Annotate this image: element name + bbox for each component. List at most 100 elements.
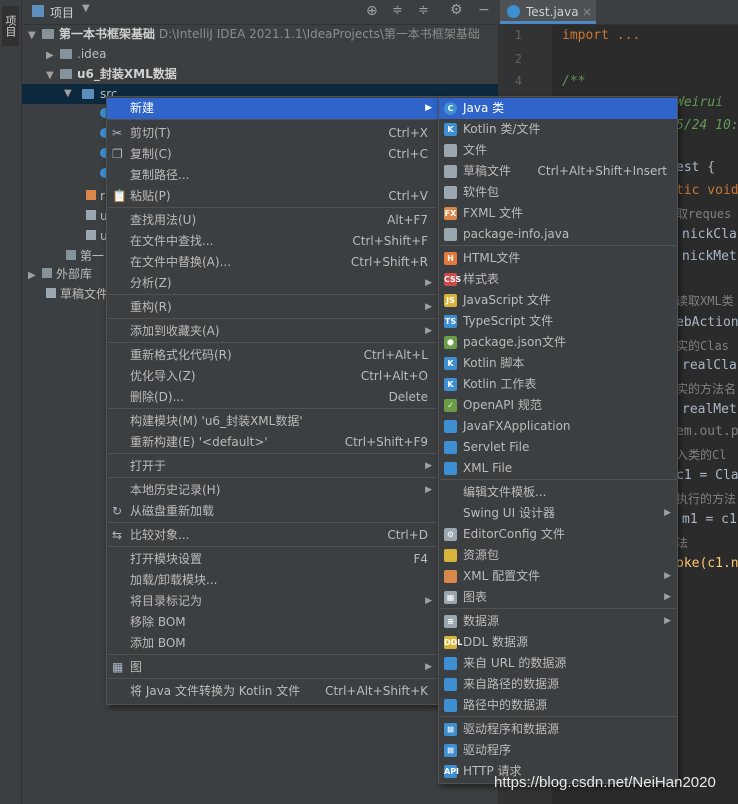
new-submenu-item[interactable]: 文件 <box>439 140 677 161</box>
project-panel-title[interactable]: 项目 <box>50 4 74 21</box>
new-submenu-item[interactable]: 来自 URL 的数据源 <box>439 653 677 674</box>
context-menu-item[interactable]: 加载/卸载模块... <box>107 570 438 591</box>
tree-item-scratches[interactable]: 草稿文件 <box>46 284 108 304</box>
new-submenu-item[interactable]: K Kotlin 工作表 <box>439 374 677 395</box>
new-submenu-item[interactable]: JavaFXApplication <box>439 416 677 437</box>
minimize-icon[interactable]: − <box>478 2 490 18</box>
editor-tab-test-java[interactable]: Test.java × <box>500 0 596 24</box>
code-line[interactable]: 执行的方法 <box>676 490 736 507</box>
context-menu-item[interactable]: 复制路径... <box>107 165 438 186</box>
new-submenu-item[interactable]: K Kotlin 脚本 <box>439 353 677 374</box>
code-line[interactable]: 入类的Cl <box>676 446 726 463</box>
context-menu-item[interactable]: 重新构建(E) '<default>' Ctrl+Shift+F9 <box>107 432 438 453</box>
code-line[interactable]: /** <box>562 74 585 89</box>
context-menu-item[interactable]: 将 Java 文件转换为 Kotlin 文件 Ctrl+Alt+Shift+K <box>107 681 438 702</box>
code-line[interactable]: tic void <box>676 183 738 198</box>
context-menu-item[interactable]: 本地历史记录(H) ▶ <box>107 480 438 501</box>
context-menu-item[interactable]: 添加到收藏夹(A) ▶ <box>107 321 438 342</box>
new-submenu-item[interactable]: ⬢ package.json文件 <box>439 332 677 353</box>
code-line[interactable]: 读取XML类 <box>676 292 734 309</box>
new-submenu-item[interactable]: CSS 样式表 <box>439 269 677 290</box>
new-submenu-item[interactable]: ▦ 图表 ▶ <box>439 587 677 608</box>
code-line[interactable]: nickCla <box>682 227 737 242</box>
new-submenu-item[interactable]: ⊠ 驱动程序和数据源 <box>439 719 677 740</box>
new-submenu-item[interactable]: Servlet File <box>439 437 677 458</box>
context-menu-item[interactable]: 打开于 ▶ <box>107 456 438 477</box>
context-menu-item[interactable]: 重新格式化代码(R) Ctrl+Alt+L <box>107 345 438 366</box>
new-submenu-item[interactable]: C Java 类 <box>439 98 677 119</box>
new-submenu-item[interactable]: 编辑文件模板... <box>439 482 677 503</box>
context-menu-item[interactable]: 新建 ▶ <box>107 98 438 119</box>
context-menu-item[interactable]: ❐ 复制(C) Ctrl+C <box>107 144 438 165</box>
context-menu-item[interactable]: ▦ 图 ▶ <box>107 657 438 678</box>
chevron-down-icon[interactable]: ▼ <box>82 3 90 14</box>
new-submenu-item[interactable]: 草稿文件 Ctrl+Alt+Shift+Insert <box>439 161 677 182</box>
context-menu-item[interactable]: 优化导入(Z) Ctrl+Alt+O <box>107 366 438 387</box>
context-menu-item[interactable]: 添加 BOM <box>107 633 438 654</box>
new-submenu-item[interactable]: ✓ OpenAPI 规范 <box>439 395 677 416</box>
new-submenu-item[interactable]: JS JavaScript 文件 <box>439 290 677 311</box>
new-submenu-item[interactable]: ⚙ EditorConfig 文件 <box>439 524 677 545</box>
chevron-down-icon[interactable]: ▼ <box>64 84 78 104</box>
context-menu-item[interactable]: ✂ 剪切(T) Ctrl+X <box>107 123 438 144</box>
new-submenu-item[interactable]: ≡ 数据源 ▶ <box>439 611 677 632</box>
context-menu-item[interactable]: ↻ 从磁盘重新加载 <box>107 501 438 522</box>
context-menu-item[interactable]: 重构(R) ▶ <box>107 297 438 318</box>
tree-item-u2[interactable]: u <box>86 226 108 246</box>
context-menu-item[interactable]: 移除 BOM <box>107 612 438 633</box>
chevron-down-icon[interactable]: ▼ <box>28 26 42 46</box>
new-submenu-item[interactable]: 资源包 <box>439 545 677 566</box>
context-menu-item[interactable]: 📋 粘贴(P) Ctrl+V <box>107 186 438 207</box>
tree-item-u1[interactable]: u <box>86 206 108 226</box>
chevron-right-icon[interactable]: ▶ <box>28 266 42 286</box>
new-submenu-item[interactable]: FX FXML 文件 <box>439 203 677 224</box>
new-submenu-item[interactable]: DDL DDL 数据源 <box>439 632 677 653</box>
chevron-down-icon[interactable]: ▼ <box>46 66 60 86</box>
context-menu-item[interactable]: 将目录标记为 ▶ <box>107 591 438 612</box>
code-line[interactable]: Weirui <box>676 95 723 110</box>
new-submenu-item[interactable]: 路径中的数据源 <box>439 695 677 716</box>
new-submenu-item[interactable]: Swing UI 设计器 ▶ <box>439 503 677 524</box>
code-line[interactable]: c1 = Cla <box>676 468 738 483</box>
collapse-all-icon[interactable]: ≑ <box>418 3 429 18</box>
code-line[interactable]: 实的Clas <box>676 337 729 354</box>
code-line[interactable]: em.out.p <box>676 424 738 439</box>
new-submenu-item[interactable]: package-info.java <box>439 224 677 245</box>
new-submenu-item[interactable]: XML 配置文件 ▶ <box>439 566 677 587</box>
project-tool-tab[interactable]: 项目 <box>2 6 19 46</box>
new-submenu-item[interactable]: ⊠ 驱动程序 <box>439 740 677 761</box>
context-menu-item[interactable]: 分析(Z) ▶ <box>107 273 438 294</box>
code-line[interactable]: 5/24 10: <box>676 118 738 133</box>
code-line[interactable]: nickMet <box>682 249 737 264</box>
new-submenu-item[interactable]: 来自路径的数据源 <box>439 674 677 695</box>
tree-item-r[interactable]: r <box>86 186 105 206</box>
code-line[interactable]: ebAction <box>676 315 738 330</box>
context-menu-item[interactable]: 打开模块设置 F4 <box>107 549 438 570</box>
tree-item-external-libraries[interactable]: ▶ 外部库 <box>28 264 92 284</box>
code-line[interactable]: 取reques <box>676 205 731 222</box>
context-menu-item[interactable]: 构建模块(M) 'u6_封装XML数据' <box>107 411 438 432</box>
code-line[interactable]: est { <box>676 160 715 175</box>
new-submenu-item[interactable]: XML File <box>439 458 677 479</box>
locate-icon[interactable]: ⊕ <box>366 3 378 19</box>
code-line[interactable]: oke(c1.n <box>676 556 738 571</box>
code-line[interactable]: realCla <box>682 358 737 373</box>
code-line[interactable]: 实的方法名 <box>676 380 736 397</box>
context-menu-item[interactable]: ⇆ 比较对象... Ctrl+D <box>107 525 438 546</box>
new-submenu-item[interactable]: 软件包 <box>439 182 677 203</box>
code-line[interactable]: realMet <box>682 402 737 417</box>
tree-item-idea[interactable]: ▶ .idea <box>46 44 107 64</box>
context-menu-item[interactable]: 删除(D)... Delete <box>107 387 438 408</box>
new-submenu-item[interactable]: H HTML文件 <box>439 248 677 269</box>
code-line[interactable]: import ... <box>562 28 640 43</box>
tree-item-project-root[interactable]: ▼ 第一本书框架基础 D:\IntelliJ IDEA 2021.1.1\Idea… <box>28 24 480 44</box>
context-menu-item[interactable]: 在文件中替换(A)... Ctrl+Shift+R <box>107 252 438 273</box>
tree-item-first[interactable]: 第一 <box>66 246 104 266</box>
new-submenu-item[interactable]: TS TypeScript 文件 <box>439 311 677 332</box>
context-menu-item[interactable]: 查找用法(U) Alt+F7 <box>107 210 438 231</box>
new-submenu-item[interactable]: K Kotlin 类/文件 <box>439 119 677 140</box>
chevron-right-icon[interactable]: ▶ <box>46 46 60 66</box>
expand-all-icon[interactable]: ≑ <box>392 3 403 18</box>
tree-item-module[interactable]: ▼ u6_封装XML数据 <box>46 64 177 84</box>
context-menu-item[interactable]: 在文件中查找... Ctrl+Shift+F <box>107 231 438 252</box>
